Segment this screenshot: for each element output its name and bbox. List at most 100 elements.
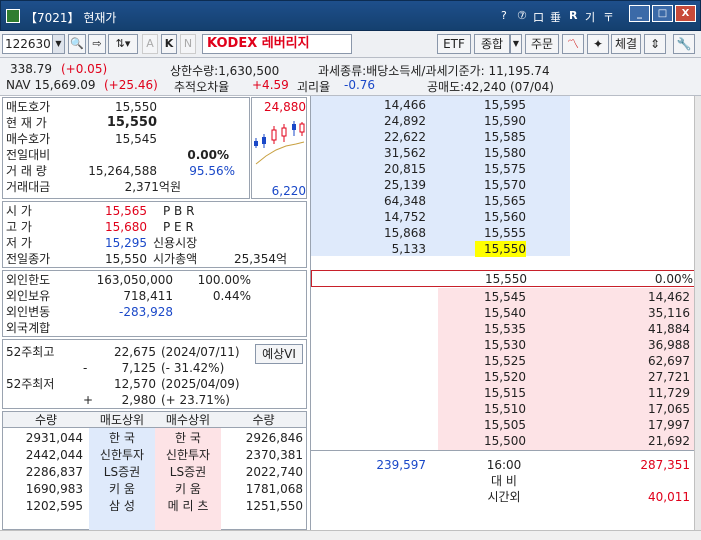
week52-high-sign: - [83,361,88,375]
foreign-limit-label: 외인한도 [6,273,51,287]
sell-broker-name[interactable]: 신한투자 [89,447,155,463]
bid-price[interactable]: 15,510 [438,401,526,417]
help-icon[interactable]: ? [501,9,507,22]
broker-table: 수량 매도상위 매수상위 수량 2931,044 한 국한 국 2926,846 24… [2,411,307,531]
quote-panel: 매도호가 15,550 현 재 가 15,550 매수호가 15,545 전일대… [2,97,250,199]
buy-broker-name[interactable]: 신한투자 [155,447,221,463]
bid-price[interactable]: 15,525 [438,353,526,369]
wrench-icon[interactable]: 🔧 [673,34,695,54]
ask-price[interactable]: 15,595 [438,97,526,113]
settle-button[interactable]: 체결 [611,34,641,54]
buy-broker-name[interactable]: 메 리 츠 [155,498,221,514]
bid-qty: 21,692 [648,434,690,448]
price-label: 현 재 가 [6,116,47,130]
change-pct: 0.00% [187,148,229,162]
bid-price[interactable]: 15,530 [438,337,526,353]
bottom-bar [0,530,701,540]
short-sell: 공매도:42,240 (07/04) [427,80,554,94]
high-label: 고 가 [6,220,32,234]
filter-a-button[interactable]: A [142,34,158,54]
scrollbar[interactable] [694,96,701,530]
setting-label-icon[interactable]: 기 [585,9,595,25]
combined-button[interactable]: 종합 [474,34,510,54]
ask-price[interactable]: 15,555 [438,225,526,241]
bid-qty: 14,462 [648,290,690,304]
info-strip: 338.79 (+0.05) 상한수량:1,630,500 과세종류:배당소득세… [0,58,701,96]
search-icon[interactable]: 🔍 [68,34,86,54]
per-label: P E R [163,220,194,234]
bid-qty: 36,988 [648,338,690,352]
menu-icon[interactable]: 〒 [603,9,614,25]
sell-broker-name[interactable]: 삼 성 [89,498,155,514]
tax-type: 과세종류:배당소득세/과세기준가: 11,195.74 [318,64,550,78]
bid-price[interactable]: 15,515 [438,385,526,401]
amount-label: 거래대금 [6,180,51,194]
filter-n-button[interactable]: N [180,34,196,54]
order-book: 15,550 0.00% 14,466 15,595 24,892 15,590 22,… [310,96,695,530]
ask-price[interactable]: 15,560 [438,209,526,225]
sort-icon[interactable]: ⇅▾ [108,34,138,54]
tracking-error: +4.59 [252,78,289,92]
sell-broker-name[interactable]: LS증권 [89,464,155,480]
ask-price[interactable]: 15,550 [475,241,526,257]
ask-price[interactable]: 15,565 [438,193,526,209]
link-icon[interactable]: ⑦ [517,9,527,22]
ask-price[interactable]: 15,570 [438,177,526,193]
order-button[interactable]: 주문 [525,34,559,54]
ask-price[interactable]: 15,585 [438,129,526,145]
base-value: 338.79 [10,62,52,76]
week52-high-date: (2024/07/11) [161,345,240,359]
layout-icon[interactable]: 口 [533,9,544,25]
ask-qty: 25,139 [384,178,426,192]
code-input[interactable]: 122630 ▼ [2,34,65,54]
bid-price[interactable]: 15,520 [438,369,526,385]
week52-low-date: (2025/04/09) [161,377,240,391]
base-change: (+0.05) [61,62,108,76]
sparkle-icon[interactable]: ✦ [587,34,609,54]
buy-broker-qty: 1251,550 [245,499,303,513]
chart-icon[interactable]: 〽 [562,34,584,54]
ask-price[interactable]: 15,575 [438,161,526,177]
foreign-hold-pct: 0.44% [212,289,251,303]
ask-qty: 22,622 [384,130,426,144]
nav-change: (+25.46) [104,78,158,92]
minimize-button[interactable]: _ [629,5,650,22]
bid-price[interactable]: 15,540 [438,305,526,321]
prev-close: 15,550 [105,252,147,266]
buy-broker-name[interactable]: LS증권 [155,464,221,480]
sell-broker-name[interactable]: 키 움 [89,481,155,497]
week52-high: 22,675 [114,345,156,359]
filter-k-button[interactable]: K [161,34,177,54]
etf-button[interactable]: ETF [437,34,471,54]
total-bid-qty: 287,351 [640,458,690,472]
foreign-limit-pct: 100.00% [197,273,251,287]
buy-broker-name[interactable]: 한 국 [155,430,221,446]
current-price-cell: 15,550 [485,272,527,286]
close-button[interactable]: X [675,5,696,22]
ask-qty: 14,752 [384,210,426,224]
security-name: KODEX 레버리지 [202,34,352,54]
current-price-row[interactable]: 15,550 0.00% [311,270,695,287]
chevron-down-icon[interactable]: ▼ [52,35,64,53]
buy-broker-name[interactable]: 키 움 [155,481,221,497]
bid-price[interactable]: 15,535 [438,321,526,337]
ask-price[interactable]: 15,580 [438,145,526,161]
refresh-icon[interactable]: R [569,9,577,22]
bid-price[interactable]: 15,500 [438,433,526,449]
pin-icon[interactable]: 垂 [550,9,561,25]
maximize-button[interactable]: □ [652,5,673,22]
buy-broker-qty: 1781,068 [245,482,303,496]
bid-price[interactable]: 15,505 [438,417,526,433]
expected-vi-button[interactable]: 예상VI [255,344,303,364]
sell-broker-name[interactable]: 한 국 [89,430,155,446]
sort-order-icon[interactable]: ⇕ [644,34,666,54]
bid-price[interactable]: 15,545 [438,289,526,305]
transfer-icon[interactable]: ⇨ [88,34,106,54]
chevron-down-icon[interactable]: ▼ [510,34,522,54]
ask-price[interactable]: 15,590 [438,113,526,129]
toolbar: 122630 ▼ 🔍 ⇨ ⇅▾ A K N KODEX 레버리지 100 ETF… [0,31,701,84]
bid-qty: 41,884 [648,322,690,336]
bid-qty: 17,997 [648,418,690,432]
ask-qty: 20,815 [384,162,426,176]
app-icon [6,9,20,23]
